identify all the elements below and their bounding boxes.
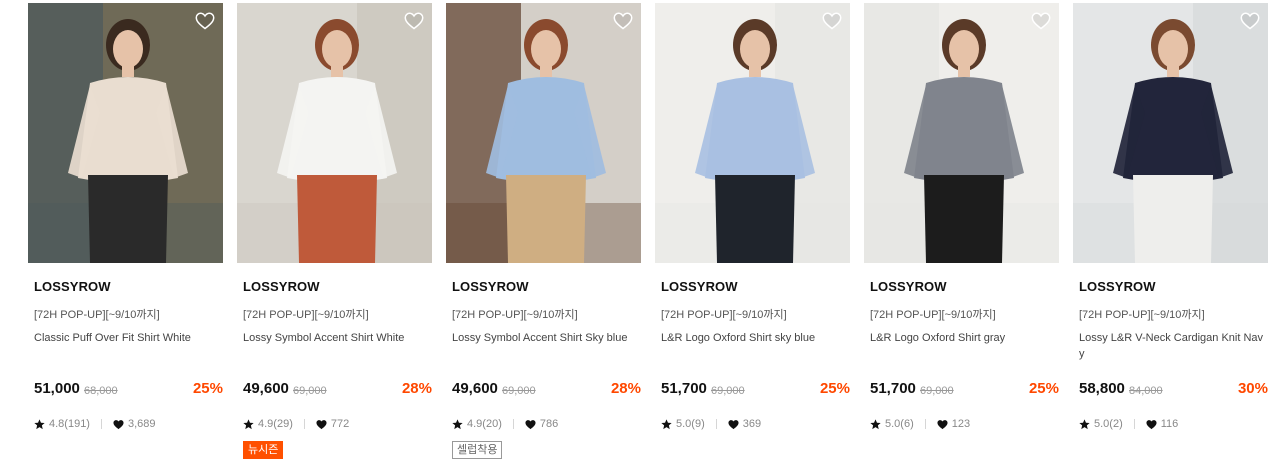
sale-price: 58,800	[1079, 380, 1125, 397]
original-price: 69,000	[293, 385, 327, 397]
meta-divider	[512, 419, 514, 429]
product-card-6[interactable]: LOSSYROW [72H POP-UP][~9/10까지] Lossy L&R…	[1073, 3, 1268, 461]
promo-label: [72H POP-UP][~9/10까지]	[870, 309, 996, 321]
heart-filled-icon	[937, 419, 948, 430]
sale-price: 51,700	[870, 380, 916, 397]
wishlist-heart-icon[interactable]	[1240, 12, 1260, 30]
star-icon	[34, 418, 45, 430]
rating-text: 5.0(9)	[676, 418, 705, 430]
product-meta: 4.8(191) 3,689	[34, 417, 156, 431]
original-price: 69,000	[920, 385, 954, 397]
wishlist-heart-icon[interactable]	[822, 12, 842, 30]
product-meta: 5.0(2) 116	[1079, 417, 1178, 431]
promo-label: [72H POP-UP][~9/10까지]	[661, 309, 787, 321]
product-image[interactable]	[28, 3, 223, 263]
star-icon	[870, 418, 881, 430]
likes-count: 123	[951, 418, 971, 430]
product-meta: 4.9(29) 772	[243, 417, 349, 431]
heart-filled-icon	[525, 419, 536, 430]
heart-filled-icon	[1146, 419, 1157, 430]
product-name[interactable]: L&R Logo Oxford Shirt gray	[870, 330, 1056, 346]
discount-rate: 25%	[1028, 380, 1059, 397]
product-grid: LOSSYROW [72H POP-UP][~9/10까지] Classic P…	[28, 3, 1268, 461]
wishlist-heart-icon[interactable]	[613, 12, 633, 30]
rating-text: 5.0(2)	[1094, 418, 1123, 430]
product-image[interactable]	[1073, 3, 1268, 263]
wishlist-heart-icon[interactable]	[404, 12, 424, 30]
heart-filled-icon	[316, 419, 327, 430]
product-image[interactable]	[655, 3, 850, 263]
promo-label: [72H POP-UP][~9/10까지]	[34, 309, 160, 321]
original-price: 84,000	[1129, 385, 1163, 397]
likes-count: 116	[1160, 418, 1179, 430]
product-card-5[interactable]: LOSSYROW [72H POP-UP][~9/10까지] L&R Logo …	[864, 3, 1059, 461]
original-price: 68,000	[84, 385, 118, 397]
likes-count: 772	[330, 418, 350, 430]
likes-count: 786	[539, 418, 559, 430]
sale-price: 49,600	[243, 380, 289, 397]
product-card-3[interactable]: LOSSYROW [72H POP-UP][~9/10까지] Lossy Sym…	[446, 3, 641, 461]
product-card-1[interactable]: LOSSYROW [72H POP-UP][~9/10까지] Classic P…	[28, 3, 223, 461]
sale-price: 49,600	[452, 380, 498, 397]
star-icon	[243, 418, 254, 430]
star-icon	[661, 418, 672, 430]
product-meta: 5.0(9) 369	[661, 417, 761, 431]
heart-filled-icon	[113, 419, 124, 430]
product-name[interactable]: Lossy Symbol Accent Shirt Sky blue	[452, 330, 638, 346]
wishlist-heart-icon[interactable]	[1031, 12, 1051, 30]
brand-name[interactable]: LOSSYROW	[661, 279, 738, 294]
product-name[interactable]: L&R Logo Oxford Shirt sky blue	[661, 330, 847, 346]
discount-rate: 25%	[192, 380, 223, 397]
celeb-worn-badge: 셀럽착용	[452, 441, 503, 459]
star-icon	[1079, 418, 1090, 430]
new-season-badge: 뉴시즌	[243, 441, 284, 459]
meta-divider	[924, 419, 926, 429]
brand-name[interactable]: LOSSYROW	[34, 279, 111, 294]
promo-label: [72H POP-UP][~9/10까지]	[243, 309, 369, 321]
rating-text: 5.0(6)	[885, 418, 914, 430]
product-name[interactable]: Lossy L&R V-Neck Cardigan Knit Navy	[1079, 330, 1265, 362]
sale-price: 51,700	[661, 380, 707, 397]
wishlist-heart-icon[interactable]	[195, 12, 215, 30]
product-meta: 5.0(6) 123	[870, 417, 970, 431]
rating-text: 4.9(29)	[258, 418, 293, 430]
promo-label: [72H POP-UP][~9/10까지]	[452, 309, 578, 321]
promo-label: [72H POP-UP][~9/10까지]	[1079, 309, 1205, 321]
discount-rate: 28%	[401, 380, 432, 397]
brand-name[interactable]: LOSSYROW	[243, 279, 320, 294]
discount-rate: 30%	[1237, 380, 1268, 397]
brand-name[interactable]: LOSSYROW	[452, 279, 529, 294]
meta-divider	[1133, 419, 1135, 429]
brand-name[interactable]: LOSSYROW	[870, 279, 947, 294]
star-icon	[452, 418, 463, 430]
product-card-4[interactable]: LOSSYROW [72H POP-UP][~9/10까지] L&R Logo …	[655, 3, 850, 461]
rating-text: 4.9(20)	[467, 418, 502, 430]
product-image[interactable]	[237, 3, 432, 263]
rating-text: 4.8(191)	[49, 418, 90, 430]
original-price: 69,000	[502, 385, 536, 397]
sale-price: 51,000	[34, 380, 80, 397]
brand-name[interactable]: LOSSYROW	[1079, 279, 1156, 294]
likes-count: 369	[742, 418, 762, 430]
heart-filled-icon	[728, 419, 739, 430]
meta-divider	[100, 419, 102, 429]
product-image[interactable]	[864, 3, 1059, 263]
discount-rate: 28%	[610, 380, 641, 397]
product-name[interactable]: Classic Puff Over Fit Shirt White	[34, 330, 220, 346]
product-card-2[interactable]: LOSSYROW [72H POP-UP][~9/10까지] Lossy Sym…	[237, 3, 432, 461]
original-price: 69,000	[711, 385, 745, 397]
product-image[interactable]	[446, 3, 641, 263]
meta-divider	[715, 419, 717, 429]
product-meta: 4.9(20) 786	[452, 417, 558, 431]
discount-rate: 25%	[819, 380, 850, 397]
meta-divider	[303, 419, 305, 429]
likes-count: 3,689	[127, 418, 156, 430]
product-name[interactable]: Lossy Symbol Accent Shirt White	[243, 330, 429, 346]
